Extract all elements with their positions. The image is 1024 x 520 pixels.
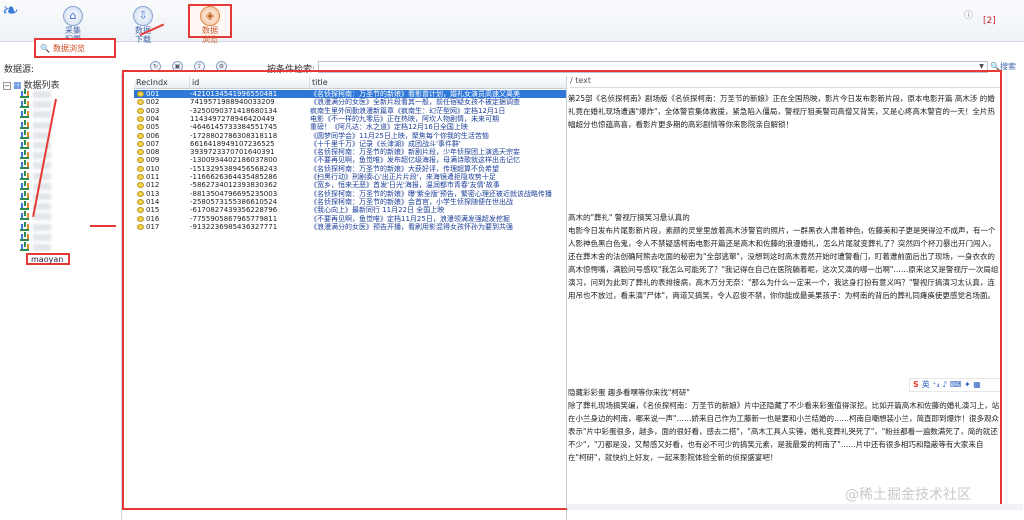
- table-icon: [20, 110, 29, 119]
- watermark: @稀土掘金技术社区: [845, 487, 971, 503]
- table-icon: [20, 233, 29, 241]
- table-icon: [20, 100, 29, 109]
- highlight-box: [122, 70, 1002, 510]
- tree-item-label: maoyan: [31, 255, 64, 265]
- table-icon: [20, 131, 29, 139]
- tree-item-maoyan[interactable]: maoyan: [26, 253, 70, 266]
- home-icon: ⌂: [63, 6, 83, 26]
- redacted-label: [33, 101, 51, 109]
- redacted-label: [33, 233, 51, 241]
- table-icon: [20, 202, 29, 211]
- layers-icon: ◈: [200, 6, 220, 26]
- data-download-button[interactable]: ⇩ 数据 下载: [120, 6, 166, 44]
- table-icon: [20, 161, 29, 170]
- redacted-label: [33, 244, 51, 251]
- redacted-label: [33, 213, 51, 221]
- table-icon: [20, 192, 29, 200]
- notification-badge[interactable]: [2]: [983, 16, 996, 26]
- table-icon: [20, 243, 29, 251]
- redacted-label: [33, 223, 51, 231]
- table-icon: [20, 182, 29, 190]
- collect-config-button[interactable]: ⌂ 采集 配置: [50, 6, 96, 44]
- app-logo-icon: ❧: [2, 0, 19, 22]
- table-icon: [20, 151, 29, 160]
- redacted-label: [33, 152, 51, 160]
- main-toolbar: ❧ ⌂ 采集 配置 ⇩ 数据 下载 ◈ 数据 浏览 ⓘ [2]: [0, 0, 1024, 44]
- table-icon: [20, 223, 29, 231]
- horizontal-scrollbar[interactable]: [567, 504, 1023, 510]
- info-icon[interactable]: ⓘ: [964, 8, 973, 21]
- data-browse-tab[interactable]: 🔍 数据浏览: [34, 38, 116, 58]
- redacted-label: [33, 111, 51, 119]
- table-icon: [20, 212, 29, 221]
- redacted-label: [33, 182, 51, 190]
- collapse-icon[interactable]: −: [3, 82, 11, 90]
- data-list-tree: − ▦ 数据列表 maoyan: [0, 74, 122, 520]
- data-browse-button[interactable]: ◈ 数据 浏览: [188, 4, 232, 44]
- table-icon: [20, 172, 29, 180]
- redacted-label: [33, 91, 51, 98]
- search-icon: 🔍: [40, 44, 50, 53]
- table-icon: [20, 141, 29, 149]
- table-icon: [20, 90, 29, 98]
- download-icon: ⇩: [133, 6, 153, 26]
- annotation-arrow: [90, 225, 116, 227]
- table-icon: [20, 121, 29, 129]
